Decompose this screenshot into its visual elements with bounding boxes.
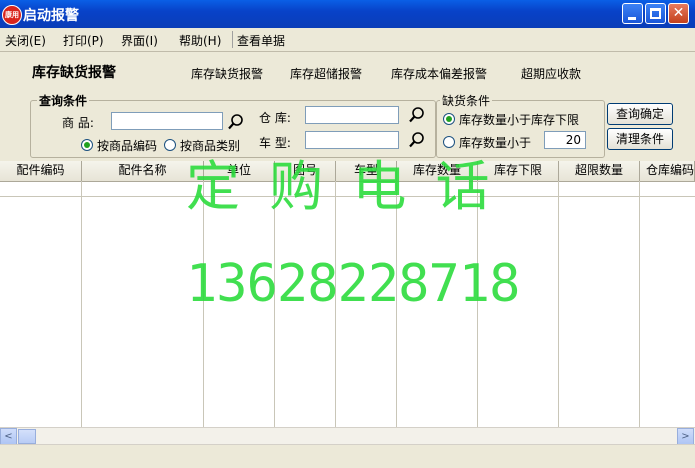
clear-conditions-button[interactable]: 清理条件 [607,128,673,150]
scroll-right-button[interactable]: > [677,428,694,445]
maximize-button[interactable] [645,3,666,24]
menu-interface[interactable]: 界面(I) [121,32,158,49]
scroll-right-icon: > [681,431,690,442]
radio-by-code[interactable] [81,139,93,151]
tab-stock-shortage[interactable]: 库存缺货报警 [191,65,263,82]
close-button[interactable]: ✕ [668,3,689,24]
scroll-left-button[interactable]: < [0,428,17,445]
grid-line [558,181,559,427]
page-title: 库存缺货报警 [32,65,116,81]
radio-by-code-label: 按商品编码 [97,139,158,153]
title-bar[interactable]: 康用 启动报警 ✕ [0,0,695,28]
tab-stock-overstock[interactable]: 库存超储报警 [290,65,362,82]
column-header[interactable]: 超限数量 [559,161,640,181]
menu-bar: 关闭(E) 打印(P) 界面(I) 帮助(H) 查看单据 [0,28,695,52]
radio-below-minimum-label: 库存数量小于库存下限 [459,113,580,127]
watermark-order-phone-label: 定 购 电 话 [186,155,496,218]
shortage-conditions-legend: 缺货条件 [440,92,493,109]
grid-line [639,181,640,427]
column-header[interactable]: 配件编码 [0,161,82,181]
menu-help[interactable]: 帮助(H) [179,32,221,49]
scroll-thumb[interactable] [18,429,36,444]
warehouse-search-icon[interactable] [408,106,426,124]
warehouse-input[interactable] [305,106,399,124]
tab-overdue-receivable[interactable]: 超期应收款 [521,65,581,82]
horizontal-scrollbar[interactable]: < > [0,427,695,445]
close-icon: ✕ [672,5,685,21]
menu-close[interactable]: 关闭(E) [5,32,46,49]
menu-view-documents[interactable]: 查看单据 [237,32,285,49]
product-input[interactable] [111,112,223,130]
tab-cost-deviation[interactable]: 库存成本偏差报警 [391,65,487,82]
status-bar [0,444,695,468]
menu-separator [232,31,233,48]
app-icon: 康用 [2,5,22,25]
grid-line [81,181,82,427]
column-header[interactable]: 仓库编码 [640,161,695,181]
scroll-left-icon: < [4,431,13,442]
threshold-input[interactable]: 20 [544,131,586,149]
watermark-phone-number: 13628228718 [186,254,520,314]
maximize-icon [646,4,665,23]
warehouse-label: 仓 库: [259,111,291,125]
product-search-icon[interactable] [227,113,245,131]
radio-below-minimum[interactable] [443,113,455,125]
query-confirm-button[interactable]: 查询确定 [607,103,673,125]
window-title: 启动报警 [23,8,79,24]
product-label: 商 品: [62,116,94,130]
radio-by-category[interactable] [164,139,176,151]
query-conditions-legend: 查询条件 [37,92,90,109]
menu-print[interactable]: 打印(P) [63,32,104,49]
minimize-icon [623,4,642,23]
minimize-button[interactable] [622,3,643,24]
